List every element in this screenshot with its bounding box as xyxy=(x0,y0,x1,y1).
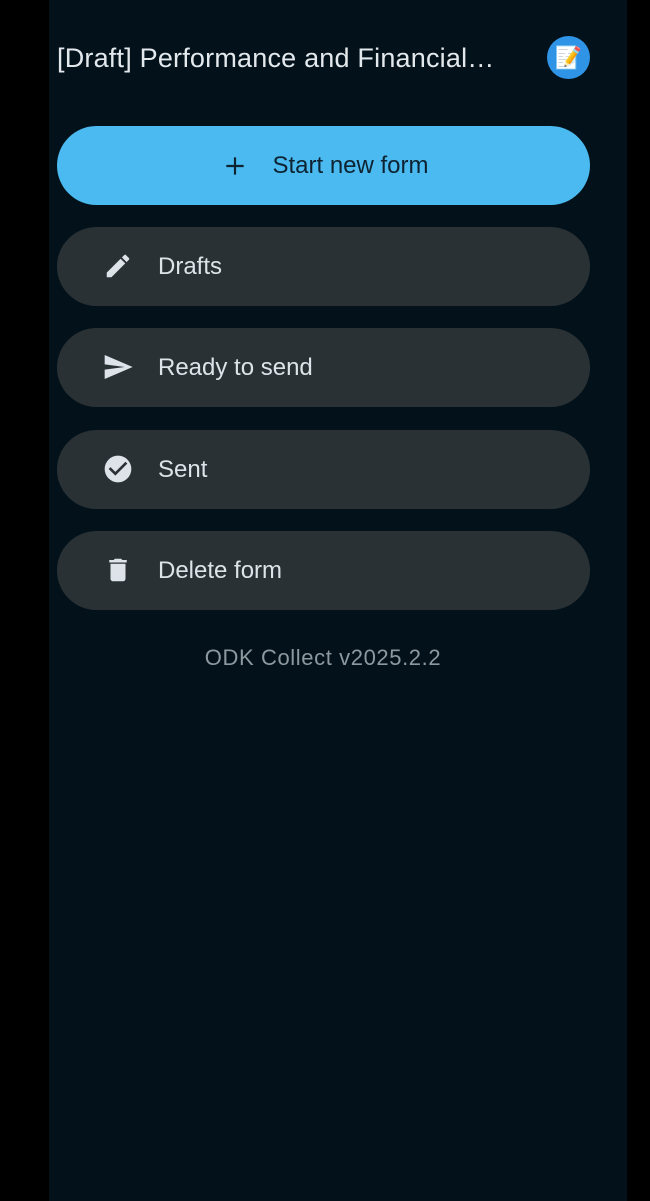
app-screen: [Draft] Performance and Financial… 📝 Sta… xyxy=(49,0,627,1201)
delete-form-button[interactable]: Delete form xyxy=(57,531,590,610)
trash-icon xyxy=(101,553,135,587)
page-title: [Draft] Performance and Financial… xyxy=(57,43,495,73)
delete-form-label: Delete form xyxy=(158,557,283,584)
drafts-button[interactable]: Drafts xyxy=(57,227,590,306)
memo-icon: 📝 xyxy=(554,44,583,70)
send-icon xyxy=(101,350,135,384)
project-avatar-button[interactable]: 📝 xyxy=(547,36,590,79)
app-version: ODK Collect v2025.2.2 xyxy=(204,645,442,670)
start-new-form-button[interactable]: Start new form xyxy=(57,126,590,205)
ready-to-send-button[interactable]: Ready to send xyxy=(57,328,590,407)
plus-icon xyxy=(218,149,252,183)
check-circle-icon xyxy=(101,452,135,486)
start-new-form-label: Start new form xyxy=(272,151,429,179)
ready-to-send-label: Ready to send xyxy=(158,354,313,381)
top-app-bar: [Draft] Performance and Financial… 📝 xyxy=(49,0,627,116)
pencil-icon xyxy=(101,249,135,283)
drafts-label: Drafts xyxy=(158,253,223,280)
start-new-form-content: Start new form xyxy=(57,126,590,205)
sent-label: Sent xyxy=(158,456,208,483)
sent-button[interactable]: Sent xyxy=(57,430,590,509)
